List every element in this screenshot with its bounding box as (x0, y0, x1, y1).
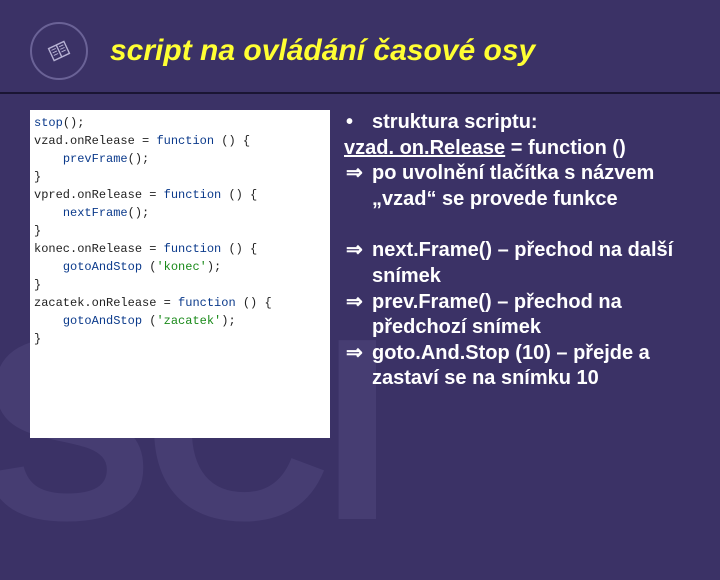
code-line: gotoAndStop ('konec'); (34, 258, 326, 276)
code-line: konec.onRelease = function () { (34, 240, 326, 258)
arrow-icon (344, 341, 372, 392)
code-line: } (34, 276, 326, 294)
bullet-text: struktura scriptu: (372, 110, 692, 136)
spacer (344, 212, 692, 238)
bullet-item: next.Frame() – přechod na další snímek (344, 238, 692, 289)
code-line: gotoAndStop ('zacatek'); (34, 312, 326, 330)
arrow-icon (344, 290, 372, 341)
content-area: stop();vzad.onRelease = function () { pr… (0, 94, 720, 438)
bullet-text: goto.And.Stop (10) – přejde a zastaví se… (372, 341, 692, 392)
code-line: stop(); (34, 114, 326, 132)
arrow-icon (344, 238, 372, 289)
code-line: } (34, 330, 326, 348)
code-line: zacatek.onRelease = function () { (34, 294, 326, 312)
code-line: prevFrame(); (34, 150, 326, 168)
bullet-item: prev.Frame() – přechod na předchozí sním… (344, 290, 692, 341)
logo-circle (30, 22, 88, 80)
code-line: } (34, 168, 326, 186)
bullet-dot-icon (344, 110, 372, 136)
code-line: vzad.onRelease = function () { (34, 132, 326, 150)
code-line: vpred.onRelease = function () { (34, 186, 326, 204)
bullet-text: vzad. on.Release = function () (344, 136, 692, 162)
code-line: } (34, 222, 326, 240)
book-icon (44, 36, 74, 66)
slide-title: script na ovládání časové osy (110, 34, 535, 68)
bullet-item: struktura scriptu: (344, 110, 692, 136)
header: script na ovládání časové osy (0, 0, 720, 94)
bullet-text: next.Frame() – přechod na další snímek (372, 238, 692, 289)
bullet-item: vzad. on.Release = function () (344, 136, 692, 162)
underlined-text: vzad. on.Release (344, 137, 505, 159)
code-snippet: stop();vzad.onRelease = function () { pr… (30, 110, 330, 438)
code-line: nextFrame(); (34, 204, 326, 222)
bullet-text: prev.Frame() – přechod na předchozí sním… (372, 290, 692, 341)
bullet-list: struktura scriptu: vzad. on.Release = fu… (344, 110, 692, 438)
bullet-item: po uvolnění tlačítka s názvem „vzad“ se … (344, 161, 692, 212)
arrow-icon (344, 161, 372, 212)
bullet-item: goto.And.Stop (10) – přejde a zastaví se… (344, 341, 692, 392)
bullet-text: po uvolnění tlačítka s názvem „vzad“ se … (372, 161, 692, 212)
